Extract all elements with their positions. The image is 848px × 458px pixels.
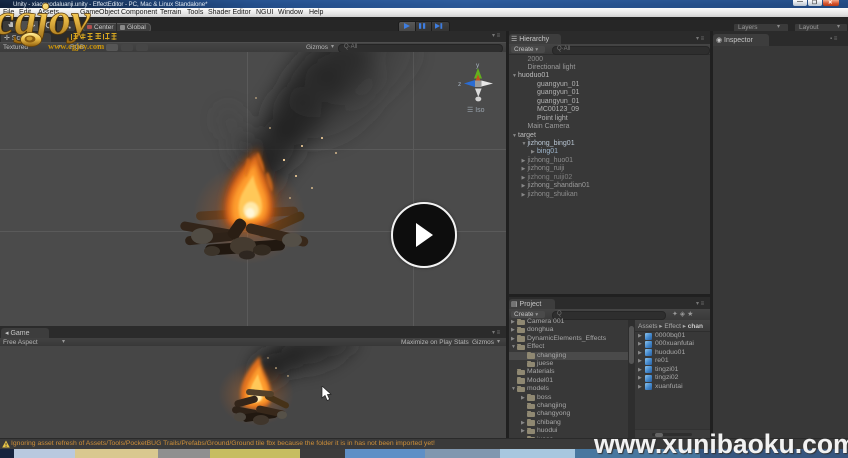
svg-text:☰ Iso: ☰ Iso: [467, 107, 485, 114]
svg-text:cgjoy: cgjoy: [0, 0, 91, 44]
svg-text:z: z: [458, 81, 461, 88]
svg-text:www.cgjoy.com: www.cgjoy.com: [48, 41, 104, 51]
svg-text:y: y: [476, 62, 480, 69]
